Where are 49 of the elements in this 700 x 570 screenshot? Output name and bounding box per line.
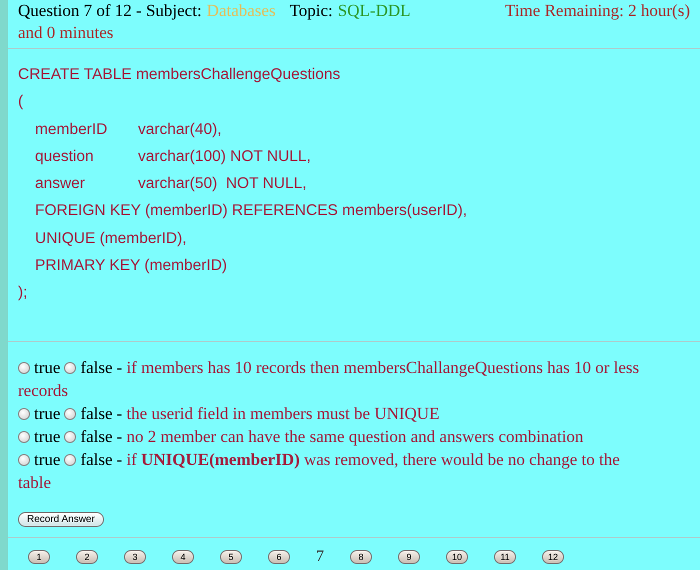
code-token: varchar(100) NOT NULL, xyxy=(138,146,311,167)
code-line: FOREIGN KEY (memberID) REFERENCES members(userID), xyxy=(35,201,468,222)
page-button[interactable]: 3 xyxy=(124,550,146,564)
code-token: varchar(50) NOT NULL, xyxy=(138,174,307,194)
subject-name: Databases xyxy=(206,0,276,22)
radio-option[interactable]: false xyxy=(64,404,113,423)
code-line: PRIMARY KEY (memberID) xyxy=(35,256,228,276)
page-button[interactable]: 8 xyxy=(350,550,372,564)
statement-text: if UNIQUE(memberID) was removed, there would be no change to the xyxy=(126,450,620,469)
separator: - xyxy=(116,450,122,469)
page-button[interactable]: 5 xyxy=(220,550,242,564)
topic-label: Topic: xyxy=(290,0,333,22)
radio-option[interactable]: false xyxy=(64,450,113,469)
code-token: varchar(40), xyxy=(138,120,222,140)
statement-text: table xyxy=(18,472,52,494)
radio-option[interactable]: true xyxy=(18,358,60,377)
record-answer-button[interactable]: Record Answer xyxy=(18,512,104,527)
page-button[interactable]: 10 xyxy=(446,550,468,564)
topic-name: SQL-DDL xyxy=(338,0,411,22)
page-button[interactable]: 9 xyxy=(398,550,420,564)
radio-option[interactable]: true xyxy=(18,426,60,446)
radio-option[interactable]: false xyxy=(64,426,113,446)
page-button[interactable]: 12 xyxy=(542,550,564,564)
page-button[interactable]: 2 xyxy=(76,550,98,564)
statement-text: if members has 10 records then membersChallangeQuestions has 10 or less xyxy=(126,358,640,377)
separator: - xyxy=(116,404,122,423)
statement-text: the userid field in members must be UNIQUE xyxy=(126,404,440,423)
time-remaining-continued: and 0 minutes xyxy=(18,23,114,42)
separator: - xyxy=(116,358,122,377)
code-line: ( xyxy=(18,92,24,112)
statement-text: records xyxy=(18,380,70,402)
code-token: question xyxy=(35,146,95,167)
page-button[interactable]: 11 xyxy=(494,550,516,564)
page-button[interactable]: 1 xyxy=(28,550,50,564)
current-page-number: 7 xyxy=(316,548,324,566)
code-token: answer xyxy=(35,174,86,194)
statement-text: no 2 member can have the same question and answers combination xyxy=(126,426,584,446)
code-line: ); xyxy=(18,283,28,304)
code-token: memberID xyxy=(35,120,108,140)
radio-option[interactable]: false xyxy=(64,358,113,377)
page-button[interactable]: 6 xyxy=(268,550,290,564)
radio-option[interactable]: true xyxy=(18,404,60,423)
code-line: UNIQUE (memberID), xyxy=(35,228,187,249)
time-remaining: Time Remaining: 2 hour(s) xyxy=(505,0,690,22)
page-button[interactable]: 4 xyxy=(172,550,194,564)
question-number: Question 7 of 12 - Subject: xyxy=(18,0,202,22)
code-line: CREATE TABLE membersChallengeQuestions xyxy=(18,65,340,85)
separator: - xyxy=(116,426,122,446)
radio-option[interactable]: true xyxy=(18,450,60,469)
